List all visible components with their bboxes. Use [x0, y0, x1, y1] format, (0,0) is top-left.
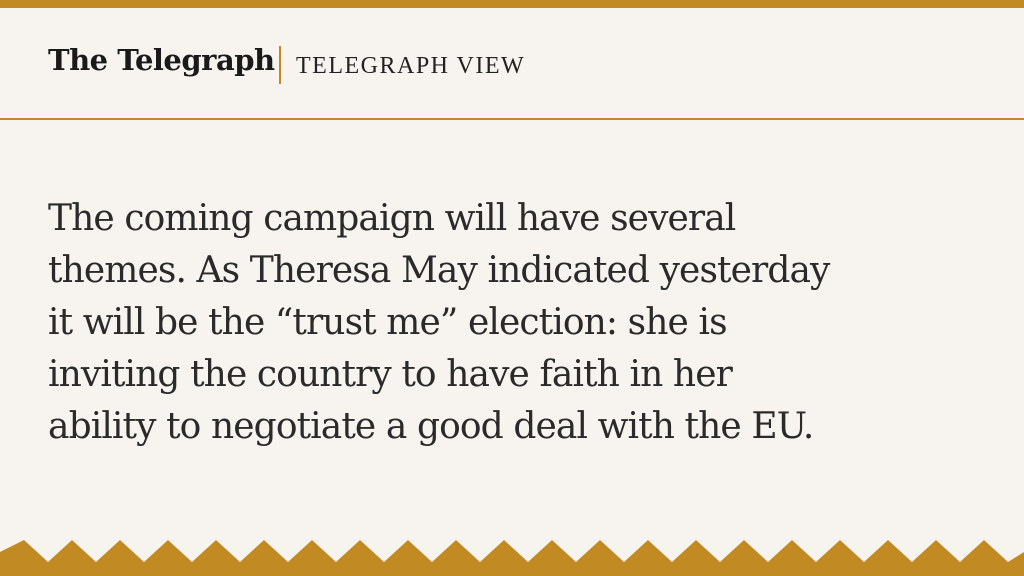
zigzag-border — [0, 540, 1024, 576]
header-divider — [279, 46, 281, 84]
top-accent-bar — [0, 0, 1024, 8]
quote-line: it will be the “trust me” election: she … — [48, 302, 728, 343]
quote-line: ability to negotiate a good deal with th… — [48, 406, 814, 447]
section-label: TELEGRAPH VIEW — [296, 53, 526, 79]
zigzag-shape — [0, 540, 1024, 576]
quote-text: The coming campaign will have several th… — [48, 193, 928, 453]
quote-line: themes. As Theresa May indicated yesterd… — [48, 250, 830, 291]
telegraph-logo: The Telegraph — [48, 43, 275, 77]
quote-line: The coming campaign will have several — [48, 198, 736, 239]
quote-line: inviting the country to have faith in he… — [48, 354, 733, 395]
header: The Telegraph TELEGRAPH VIEW — [0, 8, 1024, 120]
